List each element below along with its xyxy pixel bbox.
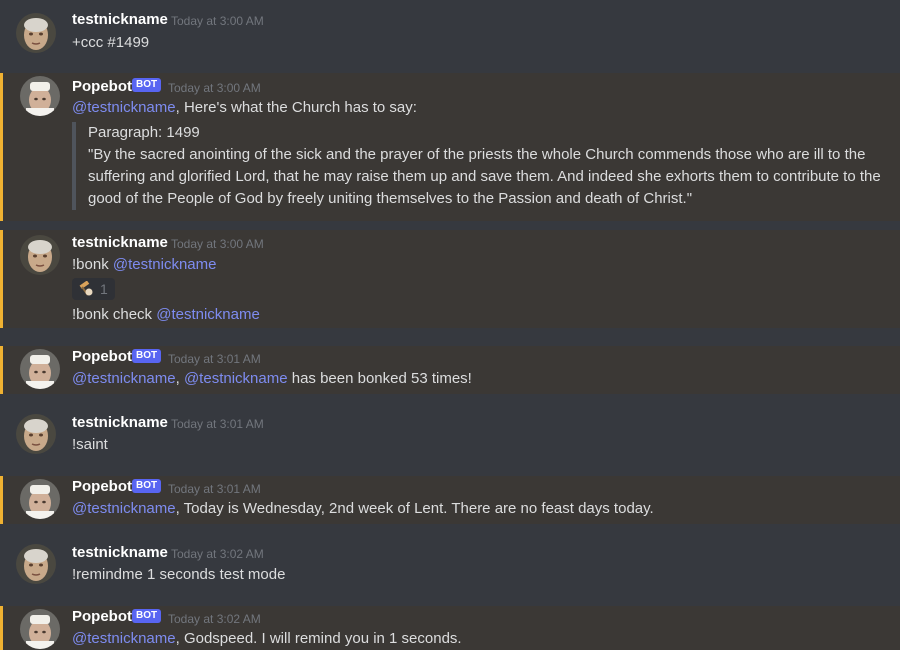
message-content: @testnickname, Godspeed. I will remind y… (72, 628, 462, 650)
message-text: , (175, 370, 184, 387)
user-mention[interactable]: @testnickname (72, 630, 176, 647)
bot-tag-badge: BOT (132, 349, 162, 363)
message-text: !remindme 1 seconds test mode (72, 566, 286, 583)
message-text: , Godspeed. I will remind you in 1 secon… (175, 630, 462, 647)
message-text: !bonk check (72, 306, 157, 323)
user-mention[interactable]: @testnickname (72, 370, 176, 387)
message-content: @testnickname, Here's what the Church ha… (72, 97, 417, 119)
quote-line: suffering and glorified Lord, that he ma… (88, 168, 881, 185)
message-author[interactable]: Popebot (72, 607, 132, 627)
message-author[interactable]: testnickname (72, 10, 168, 30)
bot-tag-badge: BOT (132, 609, 162, 623)
quote-line: Paragraph: 1499 (88, 124, 200, 141)
message-content: +ccc #1499 (72, 32, 149, 54)
message-timestamp: Today at 3:02 AM (168, 612, 261, 626)
message-content: !bonk check @testnickname (72, 304, 260, 326)
message-item-mentioned: testnickname Today at 3:00 AM !bonk @tes… (0, 230, 900, 328)
message-text: !saint (72, 436, 108, 453)
bot-tag-badge: BOT (132, 479, 162, 493)
message-timestamp: Today at 3:00 AM (171, 237, 264, 251)
message-author[interactable]: testnickname (72, 233, 168, 253)
user-avatar[interactable] (16, 13, 56, 53)
message-item-mentioned: Popebot BOT Today at 3:01 AM @testnickna… (0, 346, 900, 394)
bot-avatar[interactable] (20, 609, 60, 649)
message-content: @testnickname, @testnickname has been bo… (72, 368, 472, 390)
blockquote: Paragraph: 1499 "By the sacred anointing… (72, 122, 882, 210)
reaction-button[interactable]: 1 (72, 278, 115, 300)
user-avatar[interactable] (16, 414, 56, 454)
user-avatar[interactable] (20, 235, 60, 275)
message-item: testnickname Today at 3:02 AM !remindme … (0, 534, 900, 594)
message-author[interactable]: Popebot (72, 477, 132, 497)
user-mention[interactable]: @testnickname (156, 306, 260, 323)
message-content: @testnickname, Today is Wednesday, 2nd w… (72, 498, 654, 520)
bot-avatar[interactable] (20, 349, 60, 389)
quote-line: "By the sacred anointing of the sick and… (88, 146, 866, 163)
message-item-mentioned: Popebot BOT Today at 3:00 AM @testnickna… (0, 73, 900, 221)
reaction-count: 1 (100, 281, 108, 297)
message-timestamp: Today at 3:01 AM (171, 417, 264, 431)
message-content: !saint (72, 434, 108, 456)
message-item-mentioned: Popebot BOT Today at 3:01 AM @testnickna… (0, 476, 900, 524)
message-author[interactable]: Popebot (72, 347, 132, 367)
message-author[interactable]: testnickname (72, 543, 168, 563)
message-author[interactable]: Popebot (72, 77, 132, 97)
message-timestamp: Today at 3:00 AM (168, 81, 261, 95)
message-timestamp: Today at 3:01 AM (168, 482, 261, 496)
message-timestamp: Today at 3:02 AM (171, 547, 264, 561)
user-mention[interactable]: @testnickname (72, 99, 176, 116)
message-item-mentioned: Popebot BOT Today at 3:02 AM @testnickna… (0, 606, 900, 650)
user-avatar[interactable] (16, 544, 56, 584)
message-item: testnickname Today at 3:00 AM +ccc #1499 (0, 0, 900, 72)
bot-avatar[interactable] (20, 76, 60, 116)
user-mention[interactable]: @testnickname (184, 370, 288, 387)
user-mention[interactable]: @testnickname (72, 500, 176, 517)
message-timestamp: Today at 3:00 AM (171, 14, 264, 28)
message-item: testnickname Today at 3:01 AM !saint (0, 404, 900, 464)
user-mention[interactable]: @testnickname (113, 256, 217, 273)
message-timestamp: Today at 3:01 AM (168, 352, 261, 366)
quote-line: good of the People of God by freely unit… (88, 190, 693, 207)
message-text: +ccc #1499 (72, 34, 150, 51)
message-content: !remindme 1 seconds test mode (72, 564, 285, 586)
message-text: , Today is Wednesday, 2nd week of Lent. … (175, 500, 654, 517)
message-author[interactable]: testnickname (72, 413, 168, 433)
bot-avatar[interactable] (20, 479, 60, 519)
message-text: has been bonked 53 times! (287, 370, 472, 387)
bot-tag-badge: BOT (132, 78, 162, 92)
message-text: , Here's what the Church has to say: (175, 99, 417, 116)
message-text: !bonk (72, 256, 113, 273)
message-content: !bonk @testnickname (72, 254, 216, 276)
bonk-emoji-icon (78, 281, 94, 297)
